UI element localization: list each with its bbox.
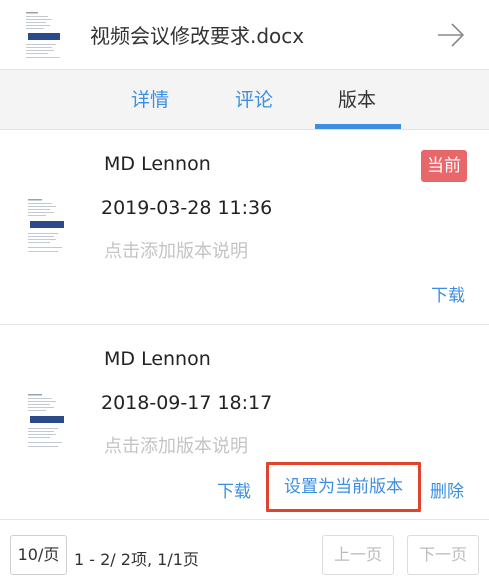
set-current-version-button[interactable]: 设置为当前版本: [266, 462, 421, 512]
prev-page-button[interactable]: 上一页: [322, 535, 394, 575]
arrow-right-icon[interactable]: [436, 22, 466, 48]
version-thumbnail-icon: [26, 197, 68, 257]
tab-details[interactable]: 详情: [108, 85, 192, 112]
version-item: MD Lennon 2018-09-17 18:17 点击添加版本说明 下载 设…: [0, 326, 489, 520]
download-button[interactable]: 下载: [217, 477, 251, 502]
version-author: MD Lennon: [104, 153, 211, 175]
version-item: MD Lennon 当前 2019-03-28 11:36 点击添加版本说明 下…: [0, 131, 489, 325]
add-version-note[interactable]: 点击添加版本说明: [104, 432, 248, 458]
document-title: 视频会议修改要求.docx: [90, 24, 305, 48]
document-thumbnail-icon: [24, 10, 66, 62]
version-date: 2018-09-17 18:17: [101, 392, 273, 414]
version-date: 2019-03-28 11:36: [101, 197, 273, 219]
tab-bar: 详情 评论 版本: [0, 70, 489, 130]
version-thumbnail-icon: [26, 392, 68, 452]
version-author: MD Lennon: [104, 348, 211, 370]
tab-comments[interactable]: 评论: [212, 85, 296, 112]
tab-versions[interactable]: 版本: [315, 85, 399, 112]
add-version-note[interactable]: 点击添加版本说明: [104, 237, 248, 263]
pagination-info: 1 - 2/ 2项, 1/1页: [74, 550, 199, 569]
version-panel: 视频会议修改要求.docx 详情 评论 版本 MD Lennon 当前 2019…: [0, 0, 489, 588]
download-button[interactable]: 下载: [431, 281, 465, 306]
current-version-badge: 当前: [421, 150, 467, 182]
document-header: 视频会议修改要求.docx: [0, 0, 489, 70]
delete-button[interactable]: 删除: [430, 477, 464, 502]
pagination: 10/页 1 - 2/ 2项, 1/1页 上一页 下一页: [0, 521, 489, 588]
page-size-select[interactable]: 10/页: [10, 535, 67, 575]
next-page-button[interactable]: 下一页: [407, 535, 479, 575]
active-tab-indicator: [315, 124, 401, 129]
